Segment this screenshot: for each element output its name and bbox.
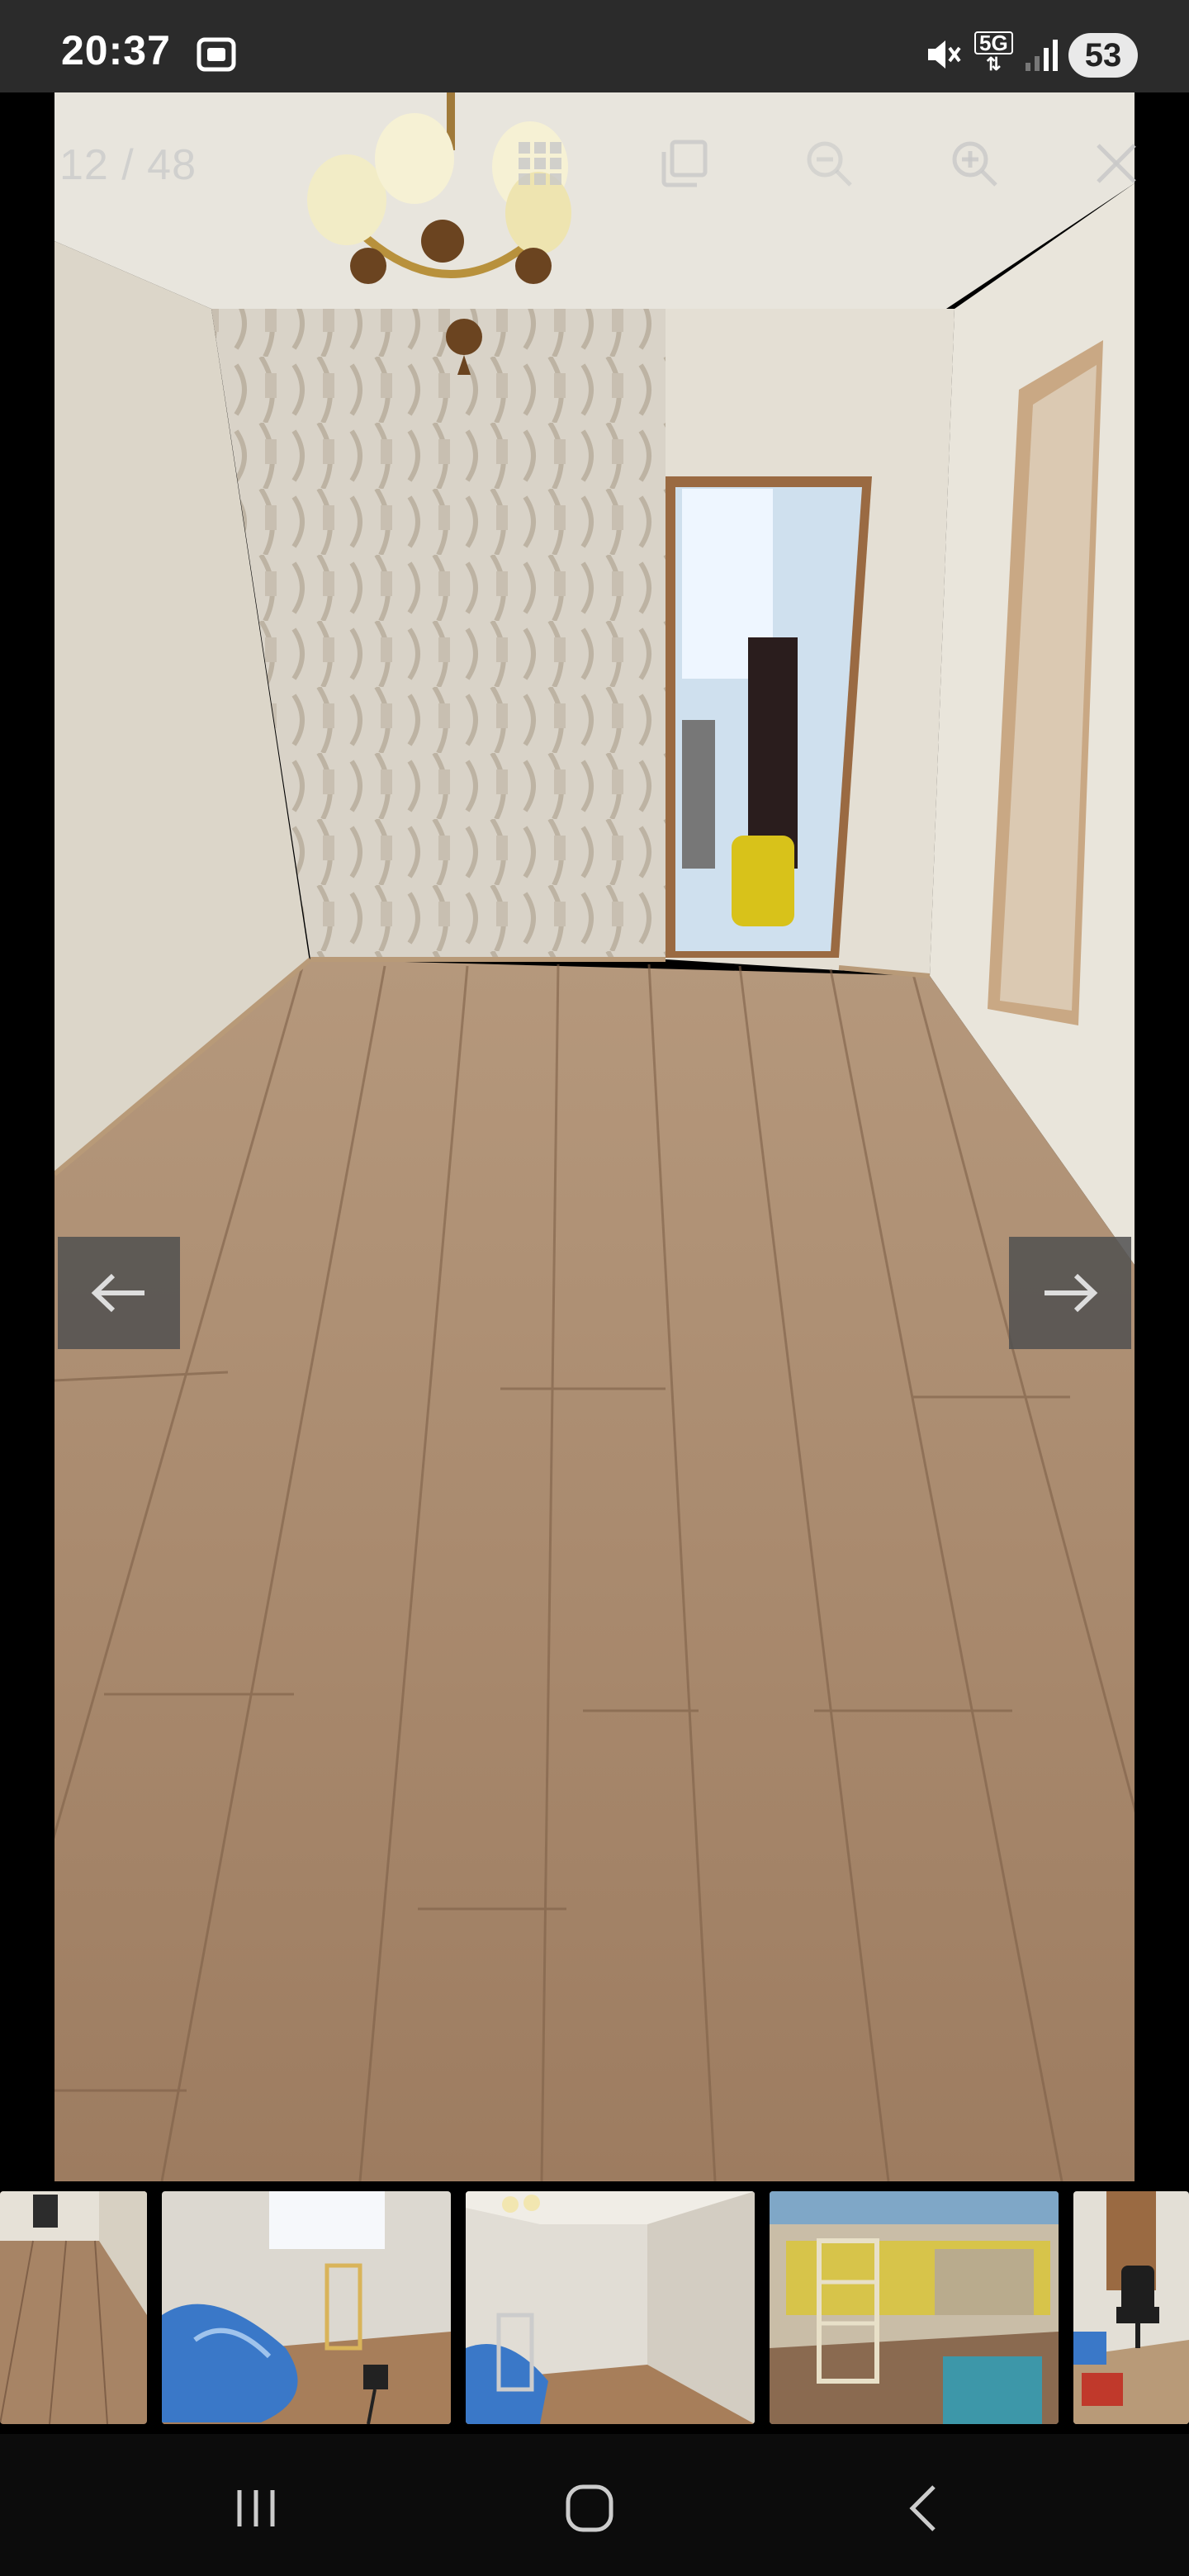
copy-icon[interactable] — [649, 129, 718, 198]
zoom-out-icon[interactable] — [794, 129, 864, 198]
recents-icon[interactable] — [206, 2475, 306, 2541]
image-counter: 12 / 48 — [59, 141, 197, 189]
screenshot-icon — [195, 33, 238, 80]
mute-icon — [923, 35, 963, 78]
grid-icon[interactable] — [505, 129, 575, 198]
battery-icon: 53 — [1068, 33, 1138, 78]
thumbnail-strip — [0, 2181, 1189, 2434]
battery-level: 53 — [1084, 36, 1122, 73]
room-photo[interactable] — [54, 92, 1135, 2181]
signal-icon — [1024, 36, 1060, 77]
back-icon[interactable] — [874, 2475, 973, 2541]
data-arrows-icon: ⇅ — [986, 54, 1002, 74]
thumb-room-covered-furniture[interactable] — [162, 2191, 451, 2424]
status-time: 20:37 — [61, 27, 171, 73]
next-image-button[interactable] — [1009, 1237, 1131, 1349]
photo-viewer: 12 / 48 — [0, 92, 1189, 2181]
home-icon[interactable] — [540, 2475, 639, 2541]
zoom-in-icon[interactable] — [940, 129, 1009, 198]
thumb-office-chair[interactable] — [1073, 2191, 1189, 2424]
close-icon[interactable] — [1082, 129, 1151, 198]
arrow-right-icon — [1045, 1273, 1098, 1313]
network-label: 5G — [974, 31, 1013, 54]
thumb-hallway-floor[interactable] — [0, 2191, 147, 2424]
thumb-room-window-ladder[interactable] — [466, 2191, 755, 2424]
network-5g-icon: 5G ⇅ — [974, 31, 1013, 74]
status-bar: 20:37 5G ⇅ 53 — [0, 0, 1189, 92]
thumb-stripped-wall[interactable] — [770, 2191, 1059, 2424]
prev-image-button[interactable] — [58, 1237, 180, 1349]
arrow-left-icon — [91, 1273, 144, 1313]
system-nav-bar — [0, 2434, 1189, 2576]
